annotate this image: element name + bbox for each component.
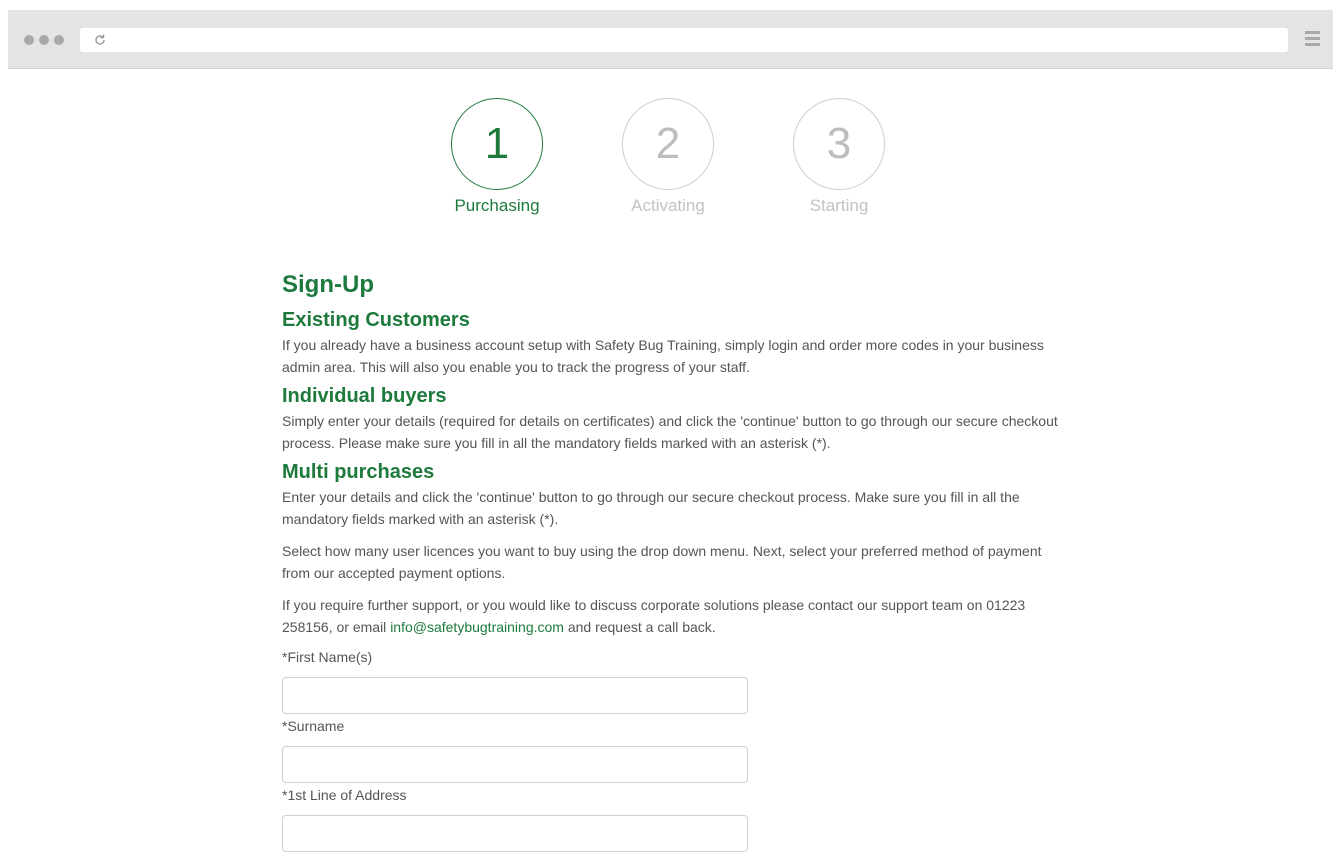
step-purchasing: 1 Purchasing — [417, 98, 577, 216]
support-email-link[interactable]: info@safetybugtraining.com — [390, 619, 564, 635]
hamburger-menu-icon[interactable] — [1305, 31, 1320, 47]
multi-purchases-heading: Multi purchases — [282, 461, 435, 483]
existing-customers-heading: Existing Customers — [282, 309, 470, 331]
first-name-input[interactable] — [282, 677, 748, 714]
multi-purchases-text: Enter your details and click the 'contin… — [282, 489, 1020, 527]
step-label: Starting — [809, 196, 869, 215]
step-activating: 2 Activating — [588, 98, 748, 216]
step-number: 1 — [451, 98, 543, 190]
window-controls — [24, 35, 64, 45]
browser-toolbar — [8, 10, 1333, 69]
individual-buyers-text: Simply enter your details (required for … — [282, 413, 1058, 451]
surname-label: *Surname — [282, 718, 345, 734]
address-line1-input[interactable] — [282, 815, 748, 852]
address-line1-label: *1st Line of Address — [282, 787, 407, 803]
signup-content: Sign-Up Existing Customers If you alread… — [282, 268, 1072, 853]
support-text-end: and request a call back. — [563, 619, 716, 635]
window-dot-icon[interactable] — [39, 35, 49, 45]
support-text: If you require further support, or you w… — [282, 594, 1072, 638]
licences-text: Select how many user licences you want t… — [282, 543, 1042, 581]
window-dot-icon[interactable] — [24, 35, 34, 45]
page-title: Sign-Up — [282, 271, 374, 298]
step-number: 2 — [622, 98, 714, 190]
step-starting: 3 Starting — [759, 98, 919, 216]
existing-customers-text: If you already have a business account s… — [282, 337, 1044, 375]
individual-buyers-heading: Individual buyers — [282, 385, 447, 407]
step-label: Purchasing — [454, 196, 540, 215]
surname-input[interactable] — [282, 746, 748, 783]
window-dot-icon[interactable] — [54, 35, 64, 45]
address-bar[interactable] — [80, 28, 1288, 52]
step-label: Activating — [631, 196, 705, 215]
reload-icon[interactable] — [93, 33, 107, 47]
step-number: 3 — [793, 98, 885, 190]
first-name-label: *First Name(s) — [282, 649, 373, 665]
